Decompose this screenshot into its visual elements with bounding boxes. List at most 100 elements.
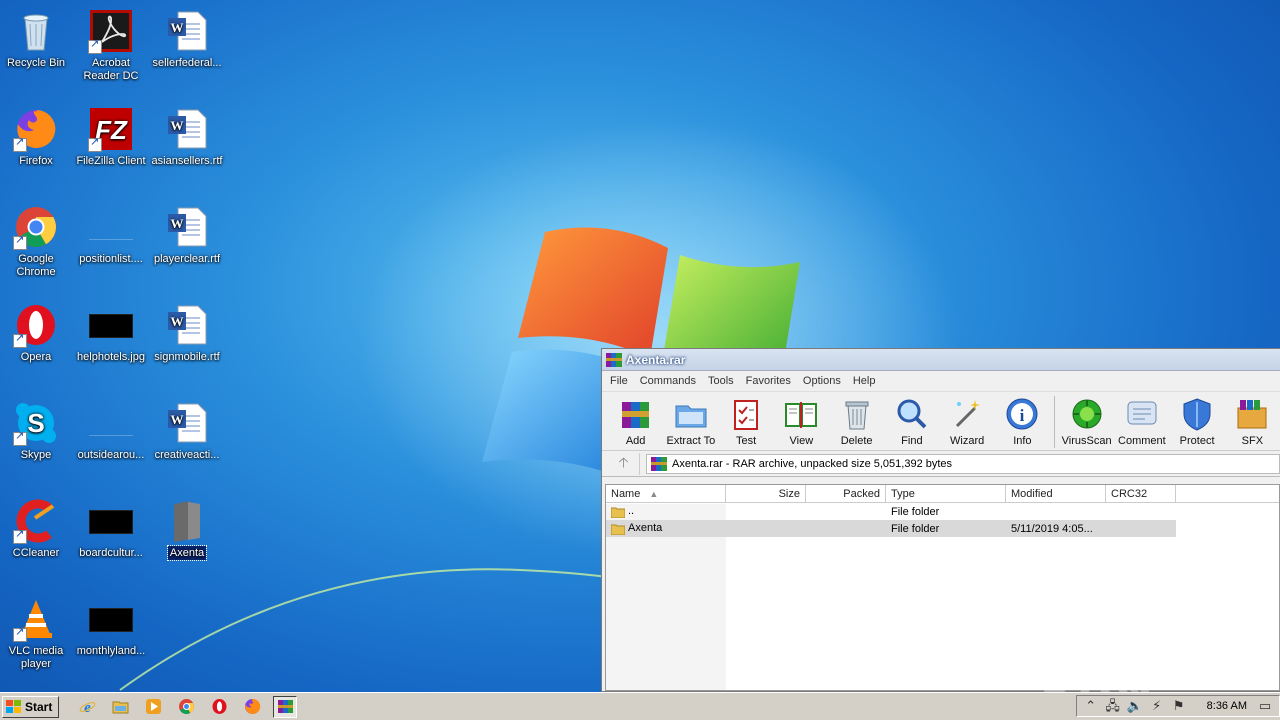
action-center-flag-icon[interactable]: ⚑ (1171, 698, 1187, 714)
menu-favorites[interactable]: Favorites (746, 375, 791, 387)
desktop-icon-positionlist[interactable]: positionlist.... (73, 204, 149, 266)
menu-commands[interactable]: Commands (640, 375, 696, 387)
svg-text:W: W (171, 216, 184, 231)
desktop-icon-monthlyland[interactable]: monthlyland... (73, 596, 149, 658)
find-button[interactable]: Find (884, 396, 939, 447)
desktop-icon-skype[interactable]: S Skype (0, 400, 74, 462)
desktop-icon-vlc[interactable]: VLC media player (0, 596, 74, 671)
table-row[interactable]: .. File folder (606, 503, 1279, 520)
menu-help[interactable]: Help (853, 375, 876, 387)
virusscan-button[interactable]: VirusScan (1059, 396, 1114, 447)
desktop-icon-label: FileZilla Client (76, 155, 146, 167)
folder-up-icon (611, 507, 625, 518)
desktop-icon-sellerfederal[interactable]: W sellerfederal... (149, 8, 225, 70)
power-icon[interactable]: ⚡ (1149, 698, 1165, 714)
column-header-size[interactable]: Size (726, 485, 806, 502)
magnifier-icon (897, 399, 927, 429)
add-button[interactable]: Add (608, 396, 663, 447)
taskbar-firefox-button[interactable] (240, 696, 264, 718)
taskbar-opera-button[interactable] (207, 696, 231, 718)
comment-button[interactable]: Comment (1114, 396, 1169, 447)
shortcut-arrow-icon (13, 234, 27, 250)
desktop-icon-label: Opera (20, 351, 52, 363)
test-clipboard-icon (734, 400, 759, 430)
svg-text:S: S (27, 408, 44, 438)
clock[interactable]: 8:36 AM (1207, 700, 1247, 712)
view-button[interactable]: View (774, 396, 829, 447)
desktop-icon-label: boardcultur... (79, 547, 143, 559)
delete-button[interactable]: Delete (829, 396, 884, 447)
toolbar: Add Extract To Test View Delete Find Wiz… (602, 391, 1280, 451)
taskbar-media-player-button[interactable] (141, 696, 165, 718)
word-doc-icon: W (164, 106, 210, 152)
svg-text:W: W (171, 314, 184, 329)
word-doc-icon: W (164, 8, 210, 54)
window-titlebar[interactable]: Axenta.rar (602, 349, 1280, 371)
media-player-icon (145, 699, 161, 714)
desktop-icon-label: creativeacti... (154, 449, 220, 461)
desktop-icon-recycle-bin[interactable]: Recycle Bin (0, 8, 74, 70)
taskbar-explorer-button[interactable] (108, 696, 132, 718)
add-label: Add (625, 435, 646, 447)
column-header-modified[interactable]: Modified (1006, 485, 1106, 502)
show-hidden-icons-icon[interactable]: ⌃ (1083, 698, 1099, 714)
column-header-crc32[interactable]: CRC32 (1106, 485, 1176, 502)
row-modified: 5/11/2019 4:05... (1011, 522, 1093, 535)
desktop-icon-chrome[interactable]: Google Chrome (0, 204, 74, 279)
taskbar-chrome-button[interactable] (174, 696, 198, 718)
desktop-icon-playerclear[interactable]: W playerclear.rtf (149, 204, 225, 266)
desktop-icon-asiansellers[interactable]: W asiansellers.rtf (149, 106, 225, 168)
desktop-icon-label: monthlyland... (76, 645, 146, 657)
desktop-icon-signmobile[interactable]: W signmobile.rtf (149, 302, 225, 364)
sfx-button[interactable]: SFX (1225, 396, 1280, 447)
desktop-icon-acrobat[interactable]: Acrobat Reader DC (73, 8, 149, 83)
menu-options[interactable]: Options (803, 375, 841, 387)
info-button[interactable]: i Info (995, 396, 1050, 447)
system-tray: ⌃ 🖧 🔈 ⚡ ⚑ 8:36 AM ▭ (1075, 695, 1280, 717)
column-header-type[interactable]: Type (886, 485, 1006, 502)
folder-icon (164, 498, 210, 544)
desktop-icon-boardcultur[interactable]: boardcultur... (73, 498, 149, 560)
shortcut-arrow-icon (13, 626, 27, 642)
word-doc-icon: W (164, 400, 210, 446)
filezilla-icon: FZ (88, 106, 134, 152)
comment-label: Comment (1118, 435, 1166, 447)
protect-button[interactable]: Protect (1169, 396, 1224, 447)
file-thumbnail (89, 608, 133, 632)
row-type: File folder (891, 505, 940, 518)
taskbar-ie-button[interactable]: e (75, 696, 99, 718)
start-button[interactable]: Start (2, 695, 60, 718)
column-header-packed[interactable]: Packed (806, 485, 886, 502)
comment-icon (1127, 401, 1157, 425)
desktop-icon-outsidearou[interactable]: outsidearou... (73, 400, 149, 462)
menu-file[interactable]: File (610, 375, 628, 387)
column-header-name[interactable]: Name ▲ (606, 485, 726, 502)
wizard-button[interactable]: Wizard (940, 396, 995, 447)
network-icon[interactable]: 🖧 (1105, 698, 1121, 714)
desktop-icon-helphotels[interactable]: helphotels.jpg (73, 302, 149, 364)
firefox-icon (244, 698, 261, 714)
svg-text:i: i (1020, 406, 1025, 425)
shortcut-arrow-icon (88, 136, 102, 152)
svg-text:W: W (171, 20, 184, 35)
archive-path-field[interactable]: Axenta.rar - RAR archive, unpacked size … (646, 453, 1280, 474)
desktop-icon-firefox[interactable]: Firefox (0, 106, 74, 168)
volume-icon[interactable]: 🔈 (1127, 698, 1143, 714)
table-row[interactable]: Axenta File folder 5/11/2019 4:05... (606, 520, 1176, 537)
desktop-icon-opera[interactable]: Opera (0, 302, 74, 364)
desktop-icon-label: positionlist.... (79, 253, 143, 265)
desktop-icon-creativeacti[interactable]: W creativeacti... (149, 400, 225, 462)
info-label: Info (1013, 435, 1032, 447)
menu-tools[interactable]: Tools (708, 375, 734, 387)
show-desktop-icon[interactable]: ▭ (1257, 698, 1273, 714)
test-button[interactable]: Test (719, 396, 774, 447)
column-headers: Name ▲ Size Packed Type Modified CRC32 (606, 485, 1279, 503)
desktop-icon-ccleaner[interactable]: CCleaner (0, 498, 74, 560)
taskbar-winrar-button[interactable] (273, 695, 298, 718)
up-one-level-button[interactable]: 🡡 (608, 452, 640, 475)
extract-to-button[interactable]: Extract To (663, 396, 718, 447)
desktop-icon-filezilla[interactable]: FZ FileZilla Client (73, 106, 149, 168)
desktop-icon-label: asiansellers.rtf (151, 155, 223, 167)
desktop-icon-axenta-folder[interactable]: Axenta (149, 498, 225, 561)
desktop-icon-label: outsidearou... (77, 449, 145, 461)
